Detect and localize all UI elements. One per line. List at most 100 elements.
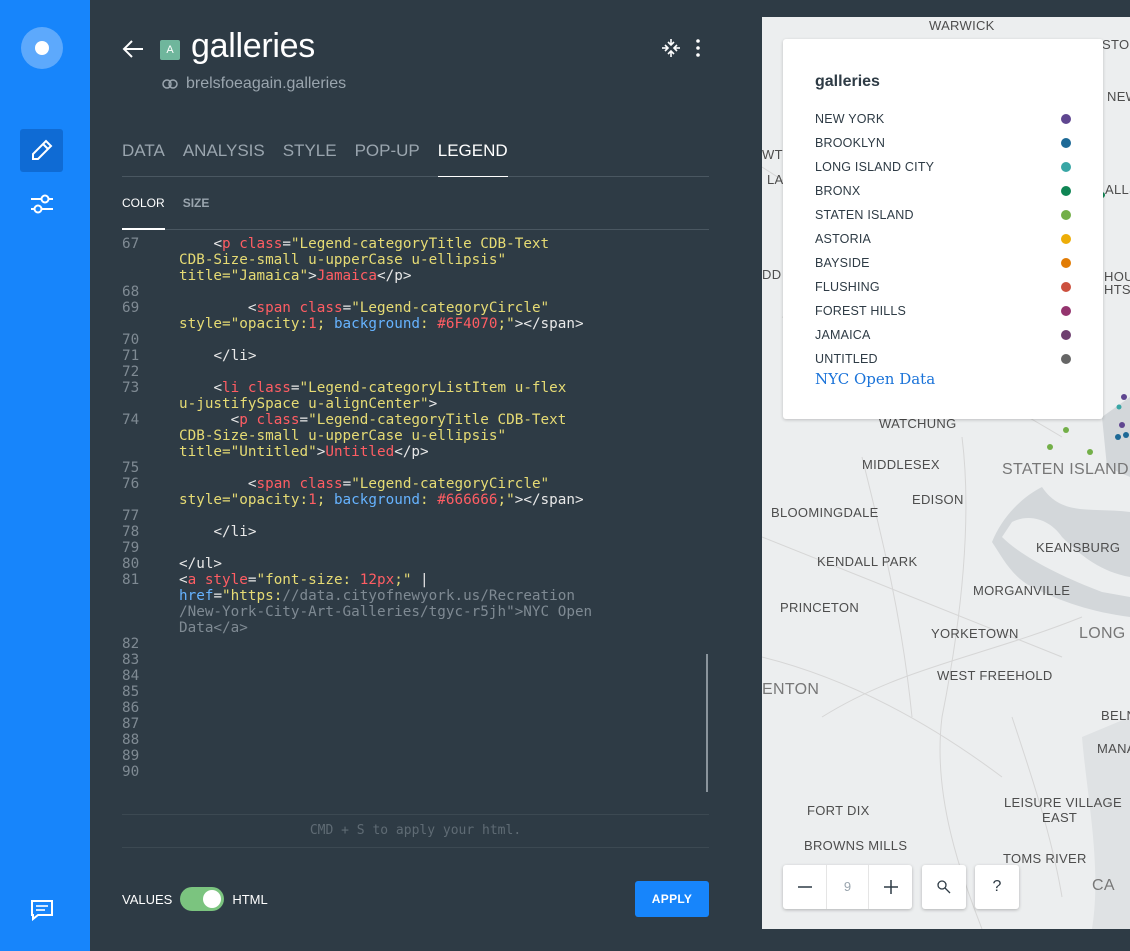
code-line[interactable]: 68 xyxy=(122,284,707,300)
tab-legend[interactable]: LEGEND xyxy=(437,140,508,177)
code-line[interactable]: 71 </li> xyxy=(122,348,707,364)
line-number: 79 xyxy=(122,540,140,556)
subtab-color[interactable]: COLOR xyxy=(122,194,165,230)
map-label: DD xyxy=(762,267,782,282)
map-label: KENDALL PARK xyxy=(817,554,918,569)
feedback-button[interactable] xyxy=(30,898,54,922)
line-number: 76 xyxy=(122,476,140,492)
code-line[interactable]: 70 xyxy=(122,332,707,348)
line-number xyxy=(122,252,179,268)
map-label: STATEN ISLAND xyxy=(1002,461,1129,478)
map-label: MANASQ xyxy=(1097,741,1130,756)
map-label: CA xyxy=(1092,877,1115,894)
line-number xyxy=(122,444,179,460)
code-line[interactable]: Data</a> xyxy=(122,620,707,636)
code-line[interactable]: /New-York-City-Art-Galleries/tgyc-r5jh">… xyxy=(122,604,707,620)
code-line[interactable]: 87 xyxy=(122,716,707,732)
code-line[interactable]: 80 </ul> xyxy=(122,556,707,572)
html-code-editor[interactable]: 67 <p class="Legend-categoryTitle CDB-Te… xyxy=(122,236,707,788)
code-line[interactable]: 79 xyxy=(122,540,707,556)
legend-item-label: BAYSIDE xyxy=(815,256,870,270)
line-number: 89 xyxy=(122,748,140,764)
logo-icon[interactable] xyxy=(21,27,63,69)
map-help-button[interactable]: ? xyxy=(975,865,1019,909)
code-line[interactable]: 88 xyxy=(122,732,707,748)
line-number: 70 xyxy=(122,332,140,348)
subtab-size[interactable]: SIZE xyxy=(183,194,210,230)
line-number: 81 xyxy=(122,572,140,588)
legend-color-dot xyxy=(1061,186,1071,196)
map-label: TOMS RIVER xyxy=(1003,851,1087,866)
tab-popup[interactable]: POP-UP xyxy=(355,140,420,177)
settings-button[interactable] xyxy=(28,190,56,218)
code-text: href="https://data.cityofnewyork.us/Recr… xyxy=(179,588,575,604)
arrow-left-icon xyxy=(122,40,143,58)
code-line[interactable]: 73 <li class="Legend-categoryListItem u-… xyxy=(122,380,707,396)
code-line[interactable]: 84 xyxy=(122,668,707,684)
legend-title: galleries xyxy=(815,73,880,90)
layer-source-text: brelsfoeagain.galleries xyxy=(186,75,347,92)
code-line[interactable]: 89 xyxy=(122,748,707,764)
map-search-button[interactable] xyxy=(922,865,966,909)
code-line[interactable]: style="opacity:1; background: #6F4070;">… xyxy=(122,316,707,332)
line-number: 87 xyxy=(122,716,140,732)
map-label: ENTON xyxy=(762,681,820,698)
code-text: <p class="Legend-categoryTitle CDB-Text xyxy=(179,412,567,428)
search-icon xyxy=(937,880,951,894)
line-number xyxy=(122,396,179,412)
code-text: u-justifySpace u-alignCenter"> xyxy=(179,396,438,412)
edit-mode-button[interactable] xyxy=(20,129,63,172)
tab-style[interactable]: STYLE xyxy=(283,140,337,177)
code-line[interactable]: 85 xyxy=(122,684,707,700)
legend-source-link[interactable]: NYC Open Data xyxy=(815,370,935,388)
code-line[interactable]: 90 xyxy=(122,764,707,780)
collapse-button[interactable] xyxy=(660,37,682,59)
line-number xyxy=(122,604,179,620)
code-text: <p class="Legend-categoryTitle CDB-Text xyxy=(179,236,550,252)
code-line[interactable]: 83 xyxy=(122,652,707,668)
map-view[interactable]: WARWICK STON NEW WTO LA ALLSD DD HOUC HT… xyxy=(762,17,1130,929)
code-line[interactable]: 86 xyxy=(122,700,707,716)
back-button[interactable] xyxy=(120,36,146,62)
code-line[interactable]: 81 <a style="font-size: 12px;" | xyxy=(122,572,707,588)
code-line[interactable]: 74 <p class="Legend-categoryTitle CDB-Te… xyxy=(122,412,707,428)
tab-data[interactable]: DATA xyxy=(122,140,165,177)
apply-button[interactable]: APPLY xyxy=(635,881,709,917)
code-line[interactable]: title="Jamaica">Jamaica</p> xyxy=(122,268,707,284)
legend-color-dot xyxy=(1061,114,1071,124)
code-line[interactable]: 77 xyxy=(122,508,707,524)
zoom-in-button[interactable] xyxy=(869,865,912,909)
zoom-out-button[interactable] xyxy=(783,865,826,909)
more-options-button[interactable] xyxy=(690,37,706,59)
plus-icon xyxy=(883,879,898,894)
tab-analysis[interactable]: ANALYSIS xyxy=(183,140,265,177)
layer-title[interactable]: galleries xyxy=(191,27,315,66)
toggle-label-values: VALUES xyxy=(122,891,173,907)
legend-subtabs: COLOR SIZE xyxy=(122,194,709,230)
line-number: 75 xyxy=(122,460,140,476)
code-line[interactable]: 67 <p class="Legend-categoryTitle CDB-Te… xyxy=(122,236,707,252)
code-line[interactable]: 75 xyxy=(122,460,707,476)
legend-item: UNTITLED xyxy=(815,347,1071,371)
code-line[interactable]: style="opacity:1; background: #666666;">… xyxy=(122,492,707,508)
code-line[interactable]: 82 xyxy=(122,636,707,652)
line-number: 90 xyxy=(122,764,140,780)
line-number: 74 xyxy=(122,412,140,428)
code-line[interactable]: href="https://data.cityofnewyork.us/Recr… xyxy=(122,588,707,604)
code-line[interactable]: title="Untitled">Untitled</p> xyxy=(122,444,707,460)
code-line[interactable]: 69 <span class="Legend-categoryCircle" xyxy=(122,300,707,316)
code-line[interactable]: 78 </li> xyxy=(122,524,707,540)
code-line[interactable]: 76 <span class="Legend-categoryCircle" xyxy=(122,476,707,492)
line-number: 78 xyxy=(122,524,140,540)
code-line[interactable]: CDB-Size-small u-upperCase u-ellipsis" xyxy=(122,252,707,268)
code-line[interactable]: u-justifySpace u-alignCenter"> xyxy=(122,396,707,412)
more-vertical-icon xyxy=(696,39,700,57)
editor-scrollbar[interactable] xyxy=(706,654,708,792)
line-number xyxy=(122,316,179,332)
values-html-switch[interactable] xyxy=(180,887,225,911)
code-text: </li> xyxy=(179,348,257,364)
code-line[interactable]: CDB-Size-small u-upperCase u-ellipsis" xyxy=(122,428,707,444)
code-line[interactable]: 72 xyxy=(122,364,707,380)
